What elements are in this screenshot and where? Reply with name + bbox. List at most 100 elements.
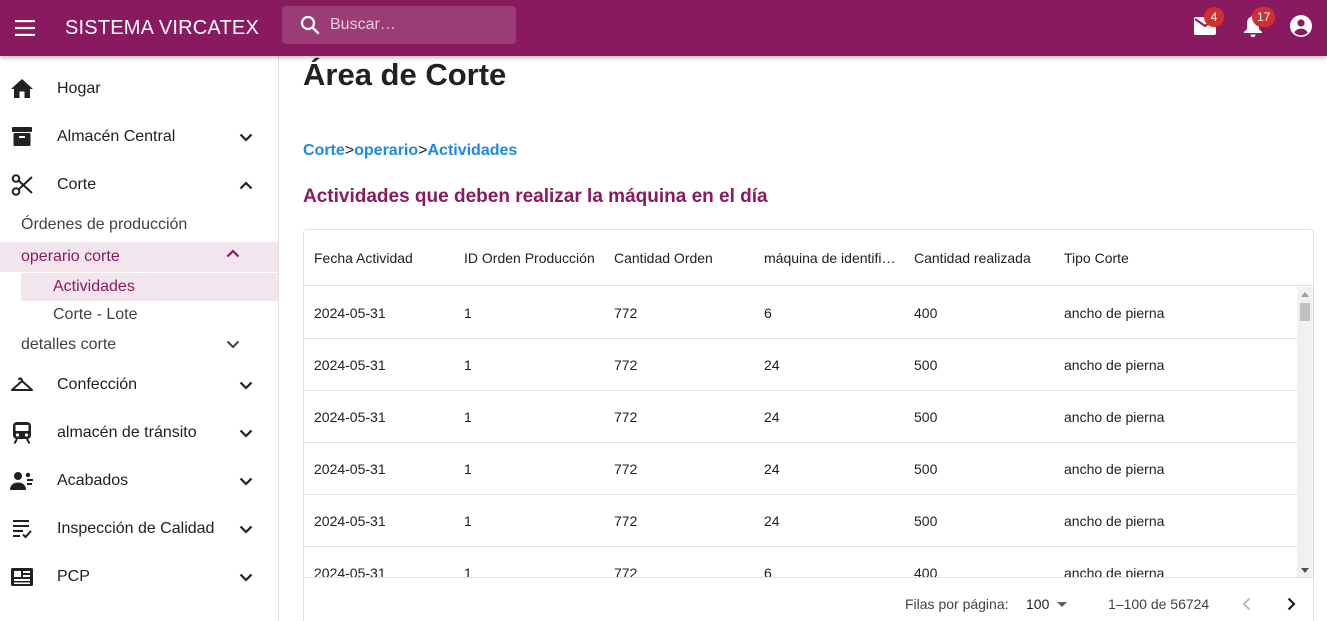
- chevron-down-icon: [234, 469, 258, 493]
- hanger-icon: [10, 373, 34, 397]
- sidebar-item-label: PCP: [57, 568, 90, 585]
- column-header-id-orden[interactable]: ID Orden Producción: [464, 230, 604, 286]
- cell-tipo-corte: ancho de pierna: [1064, 461, 1165, 477]
- cell-fecha: 2024-05-31: [314, 565, 386, 577]
- menu-icon[interactable]: [13, 15, 39, 41]
- sidebar-item-almacen-transito[interactable]: almacén de tránsito: [0, 409, 278, 457]
- rows-per-page-select[interactable]: 100: [1026, 592, 1068, 616]
- sidebar-item-corte[interactable]: Corte: [0, 161, 278, 209]
- chevron-up-icon: [226, 249, 240, 258]
- scrollbar-thumb[interactable]: [1300, 303, 1310, 321]
- rows-per-page-label: Filas por página:: [905, 596, 1009, 612]
- cell-cantidad-realizada: 400: [914, 305, 938, 321]
- cell-tipo-corte: ancho de pierna: [1064, 409, 1165, 425]
- cell-id-orden: 1: [464, 305, 472, 321]
- newspaper-icon: [10, 565, 34, 589]
- sidebar-item-almacen-central[interactable]: Almacén Central: [0, 113, 278, 161]
- chevron-up-icon: [234, 173, 258, 197]
- cell-cantidad-realizada: 500: [914, 461, 938, 477]
- rows-per-page-value: 100: [1026, 596, 1050, 612]
- mail-button[interactable]: 4: [1181, 4, 1229, 52]
- cell-fecha: 2024-05-31: [314, 409, 386, 425]
- sidebar-item-label: Confección: [57, 376, 138, 393]
- previous-page-button[interactable]: [1232, 590, 1260, 618]
- account-circle-icon: [1290, 14, 1312, 42]
- sidebar-subitem-corte-lote[interactable]: Corte - Lote: [0, 301, 278, 329]
- table-row[interactable]: 2024-05-31 1 772 24 500 ancho de pierna: [304, 391, 1297, 443]
- sidebar-subitem-ordenes[interactable]: Órdenes de producción: [0, 211, 278, 239]
- cell-maquina: 24: [764, 461, 780, 477]
- breadcrumb-actividades[interactable]: Actividades: [427, 142, 517, 159]
- chevron-down-icon: [234, 565, 258, 589]
- column-header-cantidad-orden[interactable]: Cantidad Orden: [614, 230, 754, 286]
- sidebar-item-inspeccion-calidad[interactable]: Inspección de Calidad: [0, 505, 278, 553]
- cell-cantidad-orden: 772: [614, 513, 638, 529]
- scroll-up-arrow-icon[interactable]: [1297, 287, 1313, 301]
- train-icon: [10, 421, 34, 445]
- breadcrumb-operario[interactable]: operario: [354, 142, 418, 159]
- cell-tipo-corte: ancho de pierna: [1064, 513, 1165, 529]
- sidebar-subitem-operario-corte[interactable]: operario corte: [0, 242, 278, 272]
- chevron-down-icon: [234, 373, 258, 397]
- breadcrumb-separator: >: [344, 142, 355, 159]
- pagination-range: 1–100 de 56724: [1108, 596, 1210, 612]
- search-box[interactable]: [282, 6, 516, 44]
- sidebar-subitem-label: detalles corte: [21, 336, 117, 353]
- column-header-tipo-corte[interactable]: Tipo Corte: [1064, 230, 1204, 286]
- sidebar-item-label: Corte: [57, 176, 97, 193]
- cell-cantidad-orden: 772: [614, 565, 638, 577]
- vertical-scrollbar[interactable]: [1297, 287, 1313, 577]
- sidebar-item-acabados[interactable]: Acabados: [0, 457, 278, 505]
- sidebar-item-hogar[interactable]: Hogar: [0, 65, 278, 113]
- scissors-icon: [10, 173, 34, 197]
- next-page-button[interactable]: [1277, 590, 1305, 618]
- cell-cantidad-realizada: 400: [914, 565, 938, 577]
- cell-maquina: 6: [764, 565, 772, 577]
- sidebar-subitem-label: Corte - Lote: [53, 306, 138, 323]
- cell-id-orden: 1: [464, 565, 472, 577]
- grid-footer: Filas por página: 100 1–100 de 56724: [304, 577, 1313, 621]
- table-row[interactable]: 2024-05-31 1 772 6 400 ancho de pierna: [304, 547, 1297, 577]
- search-icon: [300, 15, 320, 35]
- sidebar-item-label: Acabados: [57, 472, 129, 489]
- sidebar-subitem-label: Órdenes de producción: [21, 216, 188, 233]
- chevron-down-icon: [234, 125, 258, 149]
- chevron-down-icon: [226, 340, 240, 349]
- table-row[interactable]: 2024-05-31 1 772 24 500 ancho de pierna: [304, 443, 1297, 495]
- sidebar-item-pcp[interactable]: PCP: [0, 553, 278, 601]
- sidebar-item-label: Hogar: [57, 80, 101, 97]
- cell-cantidad-realizada: 500: [914, 357, 938, 373]
- column-header-fecha[interactable]: Fecha Actividad: [314, 230, 454, 286]
- cell-fecha: 2024-05-31: [314, 513, 386, 529]
- breadcrumb-corte[interactable]: Corte: [303, 142, 345, 159]
- sidebar-subitem-label: Actividades: [53, 278, 135, 295]
- sidebar-item-confeccion[interactable]: Confección: [0, 361, 278, 409]
- table-row[interactable]: 2024-05-31 1 772 24 500 ancho de pierna: [304, 339, 1297, 391]
- table-row[interactable]: 2024-05-31 1 772 6 400 ancho de pierna: [304, 287, 1297, 339]
- grid-header: Fecha Actividad ID Orden Producción Cant…: [304, 230, 1313, 286]
- sidebar-item-label: Almacén Central: [57, 128, 176, 145]
- sidebar-item-label: almacén de tránsito: [57, 424, 197, 441]
- cell-fecha: 2024-05-31: [314, 305, 386, 321]
- data-grid: Fecha Actividad ID Orden Producción Cant…: [303, 229, 1314, 621]
- app-title: SISTEMA VIRCATEX: [65, 16, 259, 39]
- column-header-maquina[interactable]: máquina de identificación: [764, 230, 900, 286]
- table-row[interactable]: 2024-05-31 1 772 24 500 ancho de pierna: [304, 495, 1297, 547]
- grid-body: 2024-05-31 1 772 6 400 ancho de pierna 2…: [304, 287, 1297, 577]
- cell-id-orden: 1: [464, 513, 472, 529]
- notifications-button[interactable]: 17: [1229, 4, 1277, 52]
- sidebar-subitem-actividades[interactable]: Actividades: [21, 273, 278, 301]
- cell-cantidad-orden: 772: [614, 305, 638, 321]
- cell-id-orden: 1: [464, 461, 472, 477]
- bell-badge: 17: [1252, 7, 1276, 27]
- breadcrumb: Corte>operario>Actividades: [303, 142, 517, 160]
- page-title: Área de Corte: [303, 57, 507, 92]
- sidebar-subitem-detalles-corte[interactable]: detalles corte: [0, 331, 278, 359]
- scroll-down-arrow-icon[interactable]: [1297, 563, 1313, 577]
- column-header-cantidad-realizada[interactable]: Cantidad realizada: [914, 230, 1054, 286]
- search-input[interactable]: [330, 16, 500, 34]
- app-bar: SISTEMA VIRCATEX 4 17: [0, 0, 1327, 56]
- account-button[interactable]: [1277, 4, 1325, 52]
- chevron-right-icon: [1287, 597, 1296, 611]
- cell-fecha: 2024-05-31: [314, 461, 386, 477]
